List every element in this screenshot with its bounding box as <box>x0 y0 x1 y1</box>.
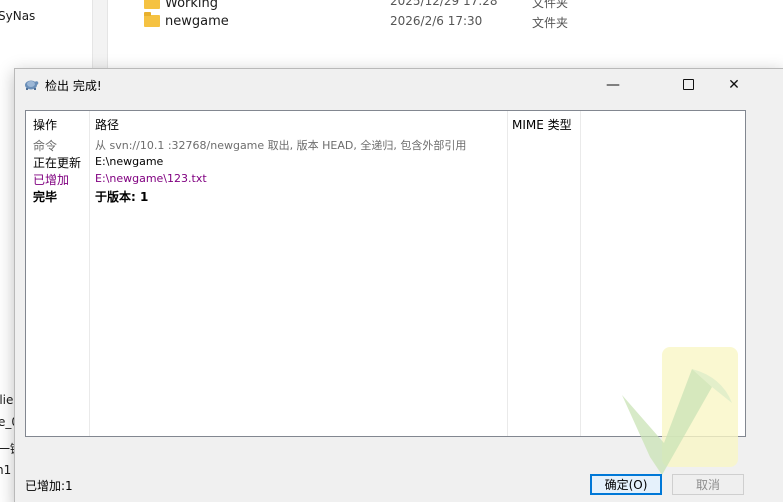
dialog-title: 检出 完成! <box>45 79 102 93</box>
nav-item-1[interactable]: llie <box>0 393 13 407</box>
minimize-button[interactable]: — <box>590 69 636 100</box>
file-name: Working <box>165 0 219 11</box>
row-path-done: 于版本: 1 <box>95 190 149 204</box>
tortoise-icon <box>25 80 39 90</box>
close-button[interactable]: ✕ <box>711 69 757 100</box>
row-action-added: 已增加 <box>33 173 70 187</box>
row-path-command: 从 svn://10.1 :32768/newgame 取出, 版本 HEAD,… <box>95 139 467 152</box>
file-name: newgame <box>165 13 229 29</box>
checkout-dialog: 检出 完成! — ✕ 操作 路径 MIME 类型 命令 从 svn://10.1… <box>14 68 783 502</box>
minimize-icon: — <box>606 76 620 93</box>
status-added-count: 已增加:1 <box>25 479 73 493</box>
close-icon: ✕ <box>728 76 740 93</box>
row-action-updating: 正在更新 <box>33 156 82 170</box>
dialog-titlebar[interactable]: 检出 完成! — ✕ <box>15 69 783 100</box>
row-path-added: E:\newgame\123.txt <box>95 172 207 185</box>
row-action-done: 完毕 <box>33 190 58 204</box>
explorer-file-list: Working 2025/12/29 17:28 文件夹 newgame 202… <box>108 0 783 70</box>
column-header-action[interactable]: 操作 <box>33 116 57 133</box>
column-separator <box>507 111 508 436</box>
column-header-path[interactable]: 路径 <box>95 116 119 133</box>
column-separator <box>580 111 581 436</box>
ok-button[interactable]: 确定(O) <box>590 474 662 495</box>
cancel-button[interactable]: 取消 <box>672 474 744 495</box>
nav-item-synas[interactable]: SyNas <box>0 9 35 23</box>
folder-icon <box>144 0 160 9</box>
maximize-button[interactable] <box>665 69 711 100</box>
file-row-newgame[interactable]: newgame <box>144 11 229 31</box>
row-action-command: 命令 <box>33 139 58 153</box>
file-type: 文件夹 <box>532 0 569 10</box>
file-date: 2025/12/29 17:28 <box>390 0 498 8</box>
column-header-mime[interactable]: MIME 类型 <box>512 116 572 133</box>
file-date: 2026/2/6 17:30 <box>390 14 483 28</box>
nav-item-4[interactable]: n1 <box>0 463 11 477</box>
checkmark-watermark-icon <box>622 347 738 475</box>
file-type: 文件夹 <box>532 16 569 30</box>
row-path-updating: E:\newgame <box>95 155 164 168</box>
column-separator <box>89 111 90 436</box>
checkout-log-list[interactable]: 操作 路径 MIME 类型 命令 从 svn://10.1 :32768/new… <box>25 110 746 475</box>
maximize-icon <box>682 79 694 90</box>
folder-icon <box>144 12 160 27</box>
